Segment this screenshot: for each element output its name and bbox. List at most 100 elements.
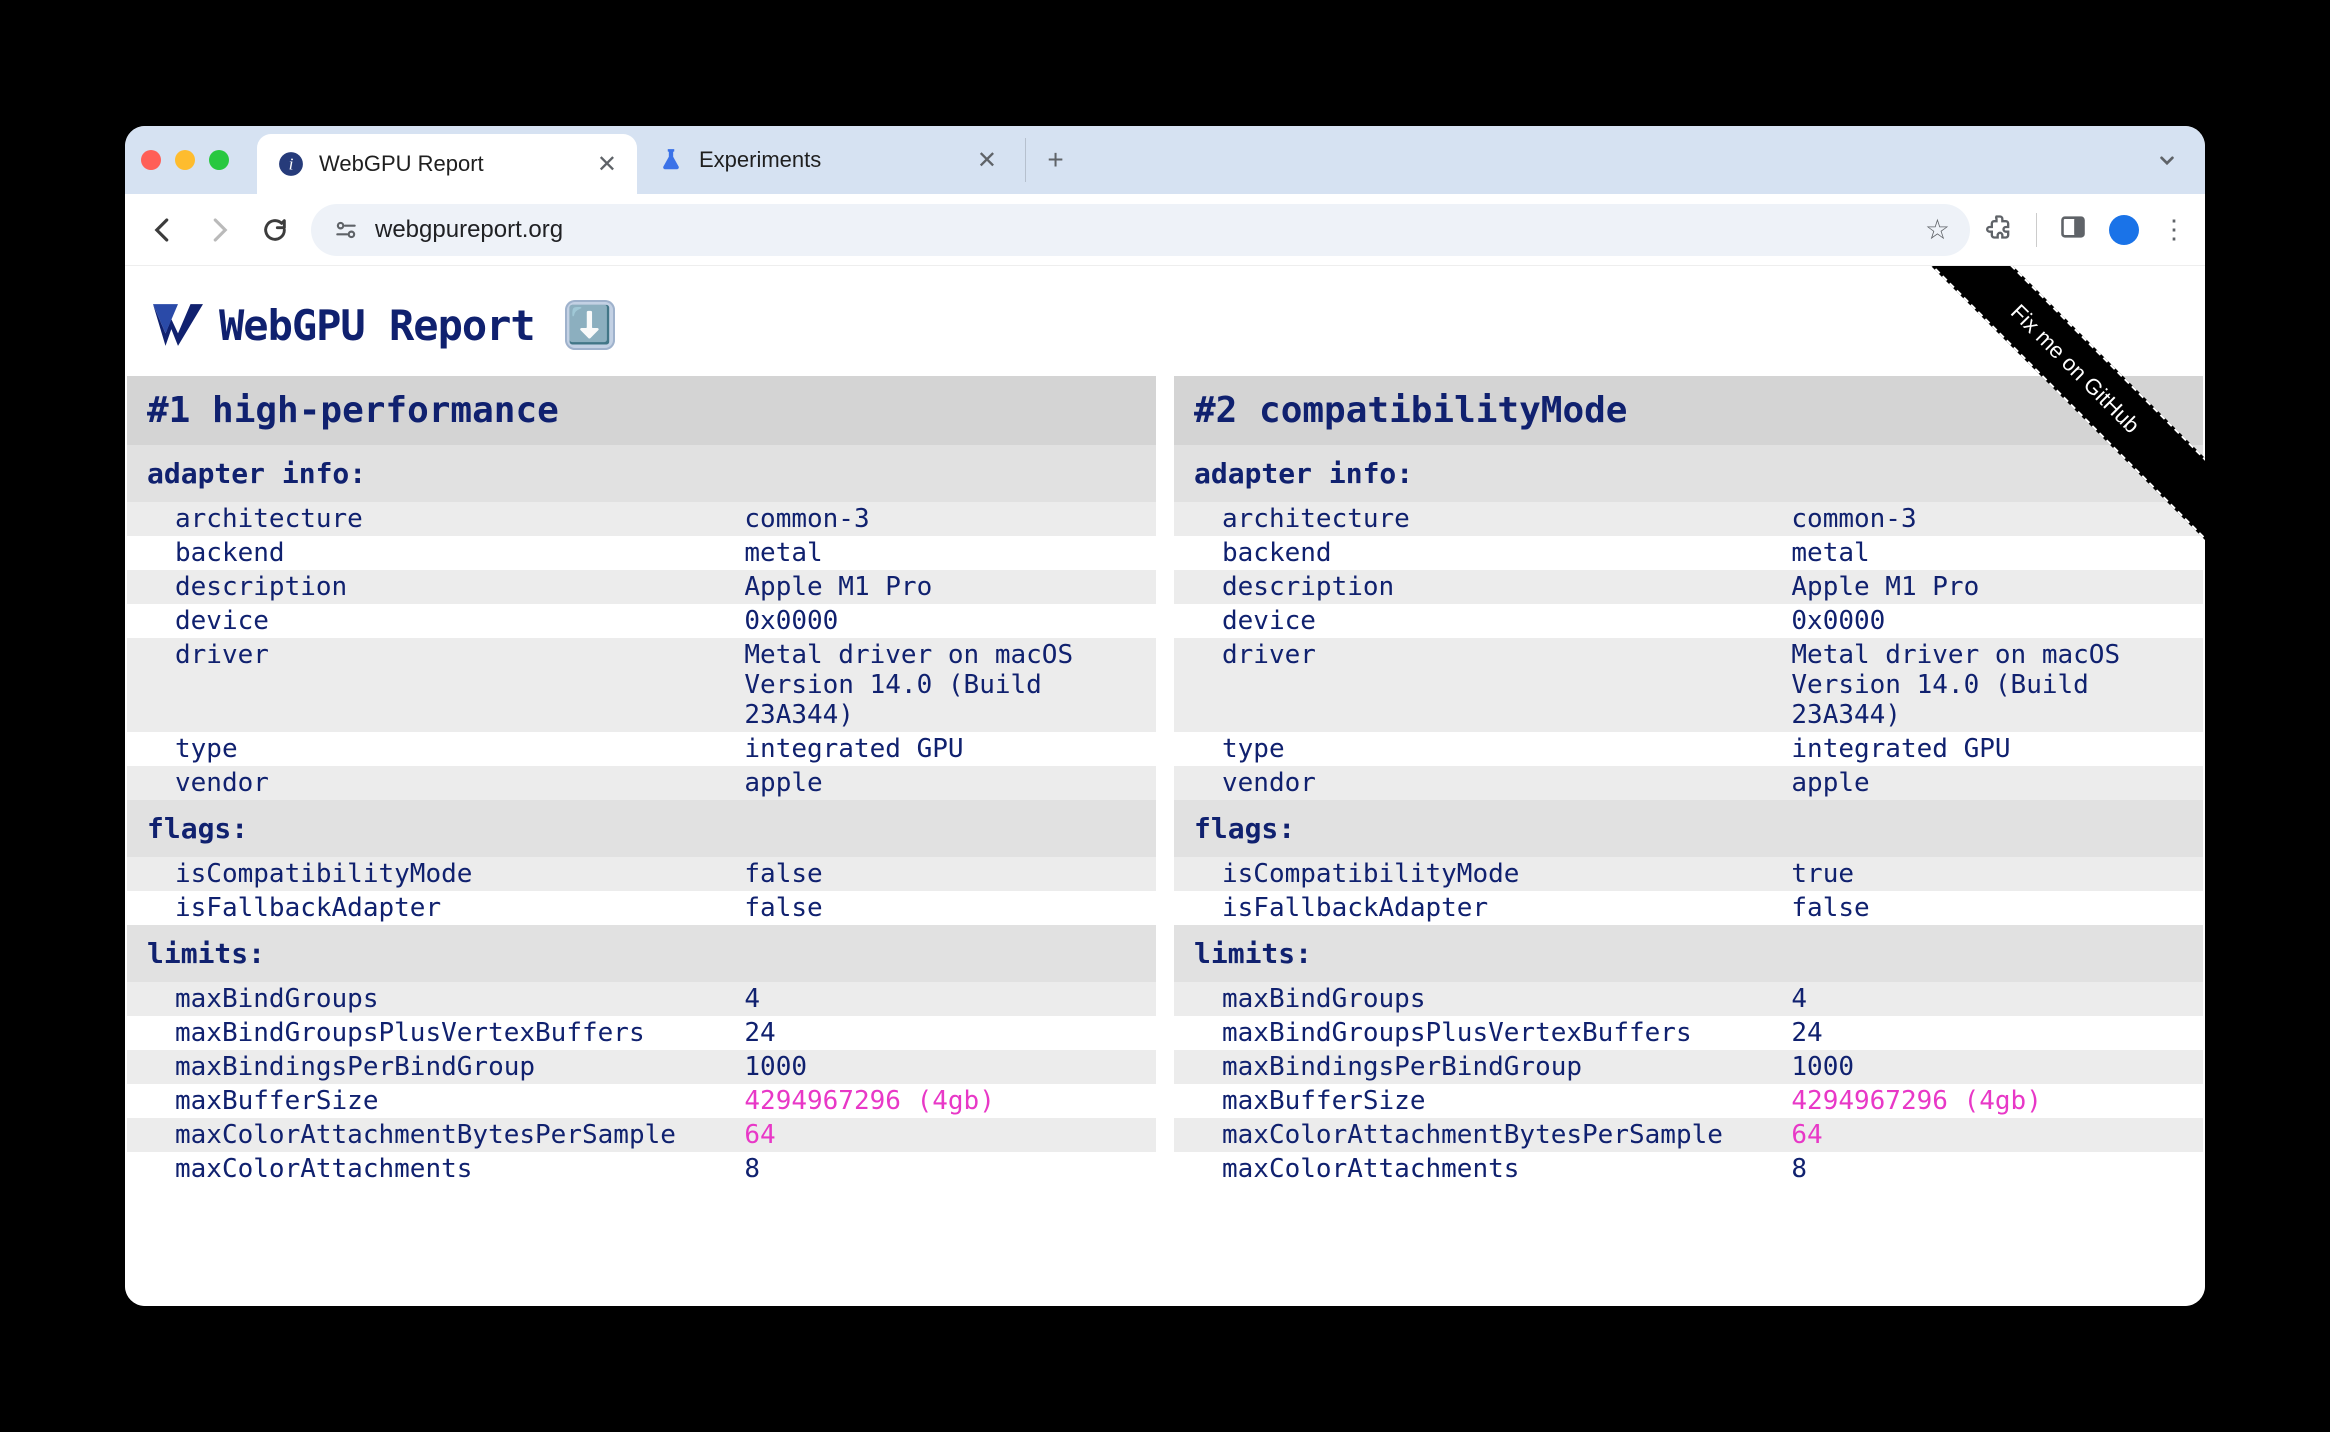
row-key: description: [127, 570, 744, 604]
window-maximize[interactable]: [209, 150, 229, 170]
row-key: isCompatibilityMode: [127, 857, 744, 891]
data-row: typeintegrated GPU: [127, 732, 1156, 766]
row-key: backend: [127, 536, 744, 570]
adapter-column: #2 compatibilityModeadapter info:archite…: [1174, 376, 2203, 1186]
row-value: Apple M1 Pro: [1791, 570, 2203, 604]
data-row: descriptionApple M1 Pro: [1174, 570, 2203, 604]
row-value: Metal driver on macOS Version 14.0 (Buil…: [1791, 638, 2203, 732]
data-row: maxColorAttachmentBytesPerSample64: [127, 1118, 1156, 1152]
tab-close-icon[interactable]: ✕: [977, 146, 997, 175]
row-value: false: [1791, 891, 2203, 925]
adapter-heading: #2 compatibilityMode: [1174, 376, 2203, 445]
download-button[interactable]: ⬇️: [565, 300, 615, 350]
window-controls: [141, 150, 229, 170]
row-value: 4294967296 (4gb): [744, 1084, 1156, 1118]
page-content: WebGPU Report ⬇️ Fix me on GitHub #1 hig…: [125, 266, 2205, 1306]
data-row: driverMetal driver on macOS Version 14.0…: [1174, 638, 2203, 732]
row-value: 1000: [744, 1050, 1156, 1084]
data-row: architecturecommon-3: [127, 502, 1156, 536]
section-heading: adapter info:: [1174, 445, 2203, 502]
tab-webgpu-report[interactable]: i WebGPU Report ✕: [257, 134, 637, 194]
row-value: 0x0000: [744, 604, 1156, 638]
data-row: maxBindingsPerBindGroup1000: [1174, 1050, 2203, 1084]
row-key: maxBindGroupsPlusVertexBuffers: [1174, 1016, 1791, 1050]
window-minimize[interactable]: [175, 150, 195, 170]
data-row: driverMetal driver on macOS Version 14.0…: [127, 638, 1156, 732]
site-info-icon[interactable]: [331, 215, 361, 245]
row-key: device: [1174, 604, 1791, 638]
row-value: common-3: [1791, 502, 2203, 536]
section-heading: limits:: [1174, 925, 2203, 982]
data-row: maxBindingsPerBindGroup1000: [127, 1050, 1156, 1084]
row-value: 24: [744, 1016, 1156, 1050]
tabs-dropdown-icon[interactable]: [2145, 138, 2189, 182]
data-row: descriptionApple M1 Pro: [127, 570, 1156, 604]
back-button[interactable]: [143, 210, 183, 250]
data-row: device0x0000: [1174, 604, 2203, 638]
data-row: maxBindGroups4: [1174, 982, 2203, 1016]
new-tab-button[interactable]: +: [1025, 138, 1069, 182]
url-bar[interactable]: webgpureport.org ☆: [311, 204, 1970, 256]
forward-button[interactable]: [199, 210, 239, 250]
data-row: vendorapple: [1174, 766, 2203, 800]
row-value: 8: [744, 1152, 1156, 1186]
row-key: driver: [1174, 638, 1791, 732]
section-heading: limits:: [127, 925, 1156, 982]
sidepanel-icon[interactable]: [2059, 213, 2087, 246]
tab-strip: i WebGPU Report ✕ Experiments ✕ +: [125, 126, 2205, 194]
data-row: maxBindGroupsPlusVertexBuffers24: [1174, 1016, 2203, 1050]
menu-icon[interactable]: ⋮: [2161, 214, 2187, 245]
toolbar: webgpureport.org ☆ ⋮: [125, 194, 2205, 266]
row-key: description: [1174, 570, 1791, 604]
row-key: maxBindGroups: [1174, 982, 1791, 1016]
row-key: maxBindingsPerBindGroup: [127, 1050, 744, 1084]
bookmark-star-icon[interactable]: ☆: [1925, 213, 1950, 246]
page-title: WebGPU Report: [219, 301, 535, 350]
section-heading: flags:: [1174, 800, 2203, 857]
data-row: device0x0000: [127, 604, 1156, 638]
data-row: isFallbackAdapterfalse: [1174, 891, 2203, 925]
row-key: type: [127, 732, 744, 766]
row-value: 8: [1791, 1152, 2203, 1186]
row-value: metal: [1791, 536, 2203, 570]
row-key: vendor: [127, 766, 744, 800]
toolbar-right: ⋮: [1986, 213, 2187, 247]
row-value: true: [1791, 857, 2203, 891]
row-value: 0x0000: [1791, 604, 2203, 638]
adapter-columns: #1 high-performanceadapter info:architec…: [125, 376, 2205, 1186]
row-value: apple: [1791, 766, 2203, 800]
tab-title: WebGPU Report: [319, 151, 484, 177]
window-close[interactable]: [141, 150, 161, 170]
data-row: maxColorAttachmentBytesPerSample64: [1174, 1118, 2203, 1152]
tab-close-icon[interactable]: ✕: [597, 150, 617, 179]
row-value: Apple M1 Pro: [744, 570, 1156, 604]
row-value: 64: [1791, 1118, 2203, 1152]
data-row: maxBindGroups4: [127, 982, 1156, 1016]
row-value: 4: [1791, 982, 2203, 1016]
row-value: metal: [744, 536, 1156, 570]
row-value: apple: [744, 766, 1156, 800]
data-row: maxColorAttachments8: [127, 1152, 1156, 1186]
adapter-heading: #1 high-performance: [127, 376, 1156, 445]
row-value: 4294967296 (4gb): [1791, 1084, 2203, 1118]
row-key: vendor: [1174, 766, 1791, 800]
row-key: architecture: [1174, 502, 1791, 536]
browser-window: i WebGPU Report ✕ Experiments ✕ +: [125, 126, 2205, 1306]
row-key: type: [1174, 732, 1791, 766]
tab-experiments[interactable]: Experiments ✕: [637, 130, 1017, 190]
url-text: webgpureport.org: [375, 216, 563, 244]
row-key: maxColorAttachmentBytesPerSample: [127, 1118, 744, 1152]
extensions-icon[interactable]: [1986, 213, 2014, 246]
row-value: common-3: [744, 502, 1156, 536]
profile-avatar[interactable]: [2109, 215, 2139, 245]
reload-button[interactable]: [255, 210, 295, 250]
data-row: architecturecommon-3: [1174, 502, 2203, 536]
row-value: false: [744, 891, 1156, 925]
favicon-icon: i: [277, 150, 305, 178]
row-key: maxBindGroupsPlusVertexBuffers: [127, 1016, 744, 1050]
row-value: false: [744, 857, 1156, 891]
row-key: maxColorAttachmentBytesPerSample: [1174, 1118, 1791, 1152]
row-key: maxBindingsPerBindGroup: [1174, 1050, 1791, 1084]
divider: [2036, 213, 2037, 247]
data-row: backendmetal: [127, 536, 1156, 570]
